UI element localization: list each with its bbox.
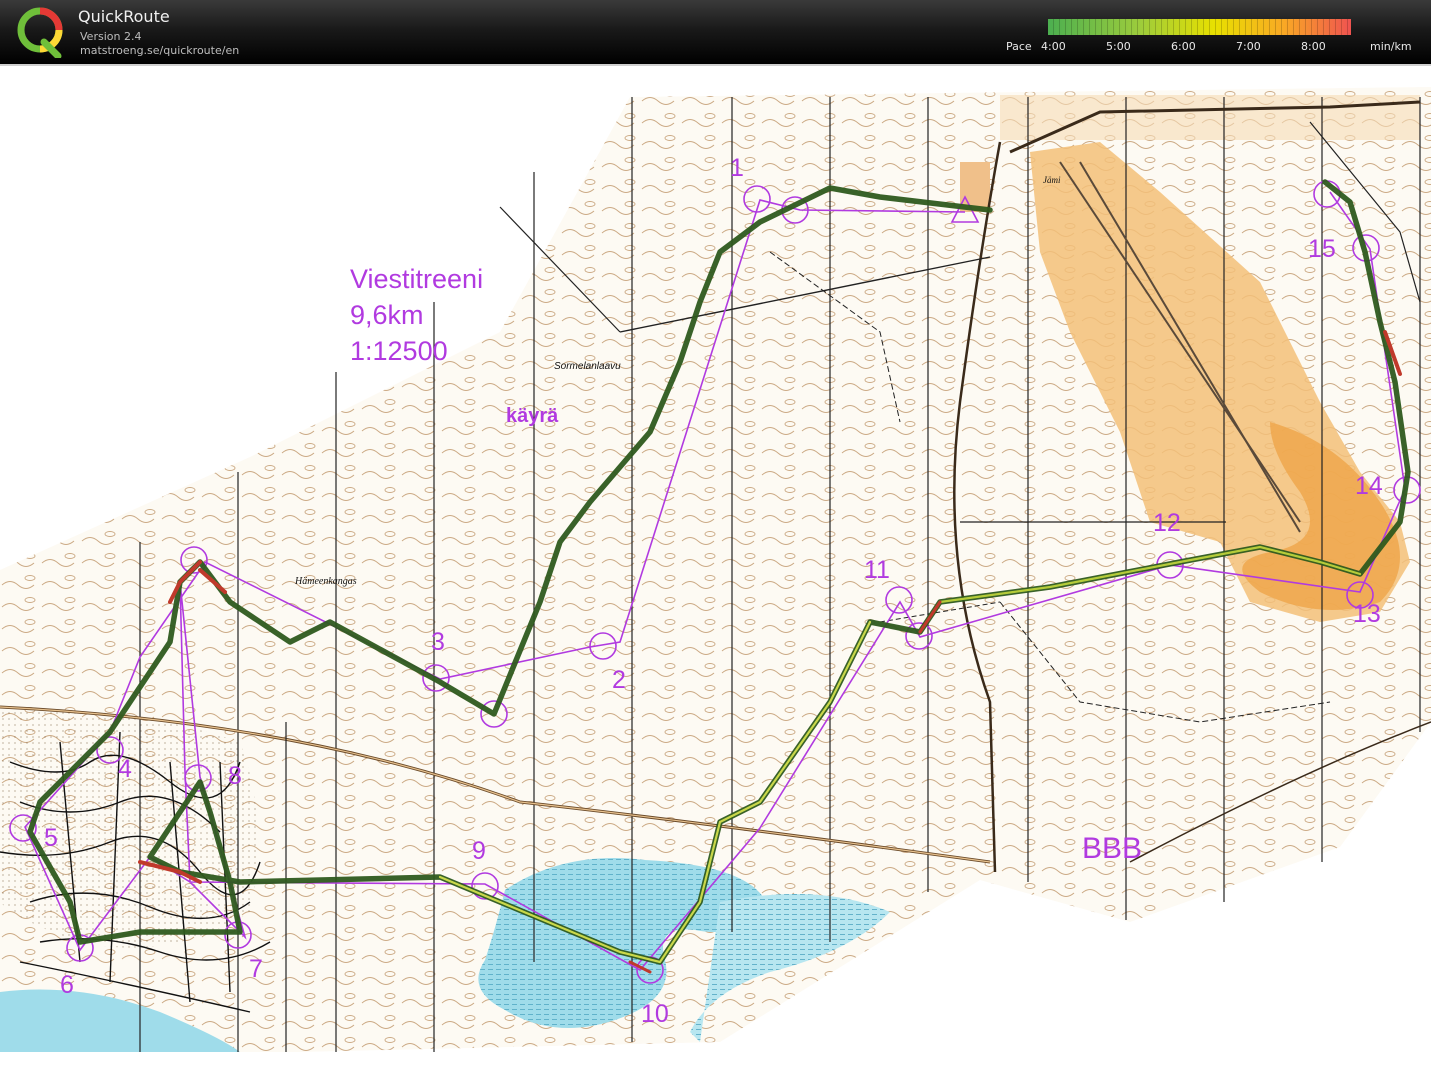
control-number: 9 [472,837,486,865]
map-corner-label: BBB [1082,832,1142,865]
control-number: 8 [228,762,242,790]
map-note: käyrä [506,405,559,427]
map-title: Viestitreeni [350,264,483,294]
control-number: 13 [1353,600,1381,628]
control-number: 10 [641,1000,669,1028]
control-number: 7 [249,955,263,983]
map-view[interactable]: Sormelanlaavu Hämeenkangas Jämi Viestitr… [0,64,1431,1071]
control-number: 14 [1355,472,1383,500]
pace-tick: 5:00 [1106,40,1131,53]
control-number: 15 [1308,235,1336,263]
pace-tick: 7:00 [1236,40,1261,53]
control-number: 12 [1153,509,1181,537]
pace-tick: 6:00 [1171,40,1196,53]
pace-tick: 4:00 [1041,40,1066,53]
control-number: 3 [431,628,445,656]
app-version: Version 2.4 [80,30,142,43]
orienteering-map[interactable]: Sormelanlaavu Hämeenkangas Jämi Viestitr… [0,66,1431,1071]
app-url[interactable]: matstroeng.se/quickroute/en [80,44,239,57]
app-name: QuickRoute [78,7,170,26]
pace-color-scale [1048,19,1351,35]
place-name: Hämeenkangas [294,576,357,587]
control-number: 4 [118,755,132,783]
place-name: Jämi [1043,175,1061,185]
map-scale: 1:12500 [350,336,448,366]
control-number: 6 [60,971,74,999]
map-distance: 9,6km [350,300,424,330]
control-number: 2 [612,666,626,694]
control-number: 11 [864,556,890,584]
place-name: Sormelanlaavu [554,361,621,372]
control-number: 5 [44,824,58,852]
quickroute-logo-icon [17,7,63,58]
control-number: 1 [730,154,744,182]
title-bar: QuickRoute Version 2.4 matstroeng.se/qui… [0,0,1431,64]
pace-unit: min/km [1370,40,1412,53]
pace-tick: 8:00 [1301,40,1326,53]
pace-label: Pace [1006,40,1032,53]
